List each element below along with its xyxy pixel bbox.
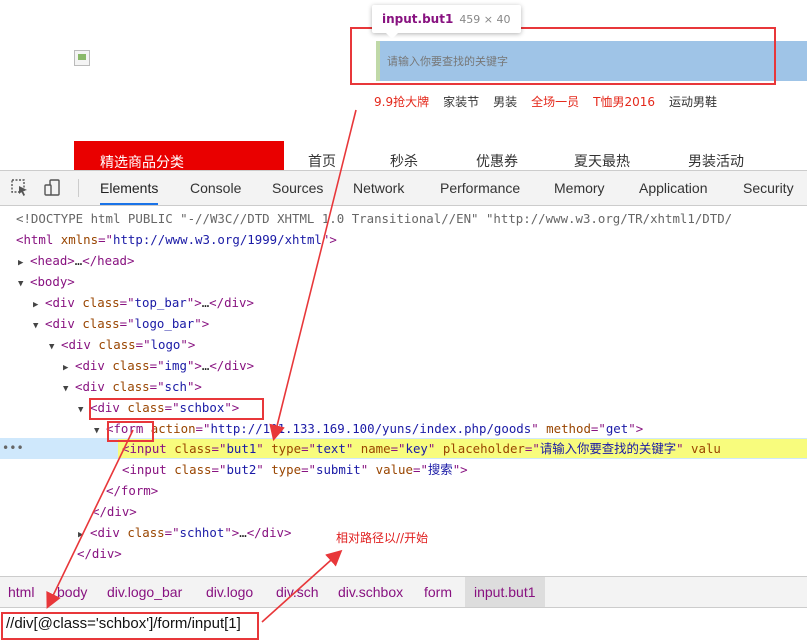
dom-node-div-close[interactable]: </div> (92, 501, 137, 522)
dom-node-div-schhot[interactable]: ▶ <div class="schhot">…</div> (78, 522, 291, 543)
hot-link[interactable]: T恤男2016 (593, 95, 655, 109)
toolbar-divider (78, 179, 79, 197)
html-xmlns: http://www.w3.org/1999/xhtml (113, 232, 322, 247)
dom-node-div-sch[interactable]: ▼ <div class="sch"> (63, 376, 202, 397)
hot-links: 9.9抢大牌 家装节 男装 全场一员 T恤男2016 运动男鞋 (374, 93, 731, 110)
tab-elements[interactable]: Elements (100, 171, 159, 205)
category-banner[interactable]: 精选商品分类 (74, 141, 284, 170)
nav-item[interactable]: 首页 (308, 151, 390, 170)
hot-link[interactable]: 全场一员 (531, 95, 579, 109)
doctype-text: <!DOCTYPE html PUBLIC "-//W3C//DTD XHTML… (16, 211, 733, 226)
dom-node-div-logo[interactable]: ▼ <div class="logo"> (49, 334, 195, 355)
dom-tree: ••• <!DOCTYPE html PUBLIC "-//W3C//DTD X… (0, 206, 807, 576)
tab-application[interactable]: Application (639, 171, 708, 205)
dom-node-doctype[interactable]: <!DOCTYPE html PUBLIC "-//W3C//DTD XHTML… (16, 208, 732, 229)
dom-node-form[interactable]: ▼ <form action="http://101.133.169.100/yu… (94, 418, 643, 439)
dom-node-div-img[interactable]: ▶ <div class="img">…</div> (63, 355, 254, 376)
nav-item[interactable]: 男装活动 (688, 151, 744, 170)
hot-link[interactable]: 9.9抢大牌 (374, 95, 429, 109)
annotation-box-schbox (89, 398, 264, 420)
crumb-input-but1[interactable]: input.but1 (465, 577, 545, 607)
dom-node-input-but2[interactable]: <input class="but2" type="submit" value=… (122, 459, 468, 480)
annotation-box-search (350, 27, 776, 85)
crumb-body[interactable]: body (53, 577, 91, 607)
dom-node-div-logo-bar[interactable]: ▼ <div class="logo_bar"> (33, 313, 209, 334)
nav-item[interactable]: 夏天最热 (574, 151, 688, 170)
annotation-box-xpath (1, 612, 259, 640)
crumb-div-logo-bar[interactable]: div.logo_bar (103, 577, 186, 607)
annotation-label: 相对路径以//开始 (336, 531, 429, 545)
dom-node-body[interactable]: ▼ <body> (18, 271, 75, 292)
tab-network[interactable]: Network (353, 171, 404, 205)
dom-node-form-close[interactable]: </form> (106, 480, 158, 501)
tab-sources[interactable]: Sources (272, 171, 323, 205)
crumb-div-schbox[interactable]: div.schbox (334, 577, 407, 607)
dom-node-div-close[interactable]: </div> (77, 543, 122, 564)
crumb-html[interactable]: html (4, 577, 38, 607)
tab-console[interactable]: Console (190, 171, 241, 205)
collapse-triangle-icon[interactable]: ▼ (18, 274, 30, 295)
hot-link[interactable]: 男装 (493, 95, 517, 109)
dom-node-div-top-bar[interactable]: ▶ <div class="top_bar">…</div> (33, 292, 254, 313)
tooltip-size: 459 × 40 (459, 13, 511, 26)
tooltip-selector: input.but1 (382, 12, 454, 26)
crumb-form[interactable]: form (420, 577, 456, 607)
dom-node-input-but1[interactable]: <input class="but1" type="text" name="ke… (122, 438, 721, 459)
tab-security[interactable]: Security (743, 171, 794, 205)
crumb-div-sch[interactable]: div.sch (272, 577, 323, 607)
breadcrumb: html body div.logo_bar div.logo div.sch … (0, 576, 807, 607)
collapse-triangle-icon[interactable]: ▼ (49, 337, 61, 358)
more-options-icon[interactable]: ••• (2, 438, 24, 459)
collapse-triangle-icon[interactable]: ▼ (94, 421, 106, 442)
hot-link[interactable]: 家装节 (443, 95, 479, 109)
annotation-box-form (107, 421, 154, 442)
main-nav: 首页 秒杀 优惠券 夏天最热 男装活动 (308, 151, 744, 170)
dom-node-head[interactable]: ▶ <head>…</head> (18, 250, 134, 271)
inspect-element-icon[interactable] (10, 178, 30, 198)
crumb-div-logo[interactable]: div.logo (202, 577, 257, 607)
dom-node-html[interactable]: <html xmlns="http://www.w3.org/1999/xhtm… (16, 229, 337, 250)
collapse-triangle-icon[interactable]: ▼ (63, 379, 75, 400)
tab-memory[interactable]: Memory (554, 171, 605, 205)
collapse-triangle-icon[interactable]: ▼ (33, 316, 45, 337)
nav-item[interactable]: 优惠券 (476, 151, 574, 170)
hot-link[interactable]: 运动男鞋 (669, 95, 717, 109)
nav-item[interactable]: 秒杀 (390, 151, 476, 170)
inspect-tooltip: input.but1 459 × 40 (372, 5, 521, 39)
broken-logo-image (74, 50, 90, 66)
devtools-toolbar: Elements Console Sources Network Perform… (0, 171, 807, 206)
tab-performance[interactable]: Performance (440, 171, 520, 205)
device-toolbar-icon[interactable] (43, 178, 63, 198)
